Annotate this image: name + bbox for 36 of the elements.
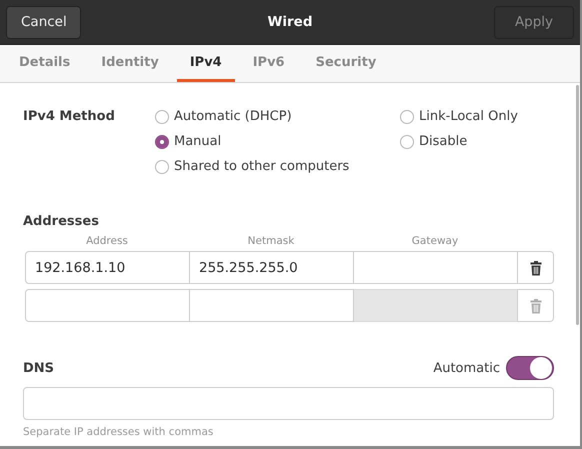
input-field[interactable]: 255.255.255.0: [190, 251, 354, 284]
input-field[interactable]: 192.168.1.10: [25, 251, 190, 284]
radio-label: Link-Local Only: [419, 109, 518, 124]
section-heading: DNS: [23, 360, 56, 376]
column-header: Gateway: [410, 235, 460, 247]
toggle-label: Automatic: [433, 360, 500, 376]
radio-button[interactable]: [155, 160, 169, 174]
column-header: Address: [85, 235, 129, 247]
input-field[interactable]: [25, 289, 190, 322]
input-field[interactable]: [190, 289, 354, 322]
method-label: IPv4 Method: [23, 109, 116, 126]
scrollbar-thumb[interactable]: [576, 85, 579, 325]
radio-button[interactable]: [155, 134, 169, 148]
column-header: Netmask: [246, 235, 296, 247]
radio-button[interactable]: [155, 110, 169, 124]
radio-label: Disable: [419, 134, 468, 149]
tab[interactable]: Security: [302, 45, 390, 82]
input-field[interactable]: [23, 387, 554, 420]
tab[interactable]: Details: [6, 45, 84, 82]
section-heading: Addresses: [23, 214, 100, 229]
window-title: Wired: [266, 14, 314, 30]
radio-label: Manual: [174, 134, 222, 149]
radio-label: Shared to other computers: [174, 159, 350, 174]
radio-button[interactable]: [400, 134, 414, 148]
radio-label: Automatic (DHCP): [174, 109, 292, 124]
tab[interactable]: Identity: [88, 45, 172, 82]
tab[interactable]: IPv4: [176, 45, 235, 82]
trash-icon: [530, 260, 542, 276]
cancel-button[interactable]: Cancel: [6, 6, 81, 38]
toggle-switch[interactable]: [506, 356, 554, 380]
trash-icon: [530, 298, 542, 314]
delete-button[interactable]: [518, 251, 554, 284]
radio-button[interactable]: [400, 110, 414, 124]
input-field[interactable]: [354, 251, 518, 284]
hint-text: Separate IP addresses with commas: [23, 426, 214, 438]
tab[interactable]: IPv6: [240, 45, 298, 82]
